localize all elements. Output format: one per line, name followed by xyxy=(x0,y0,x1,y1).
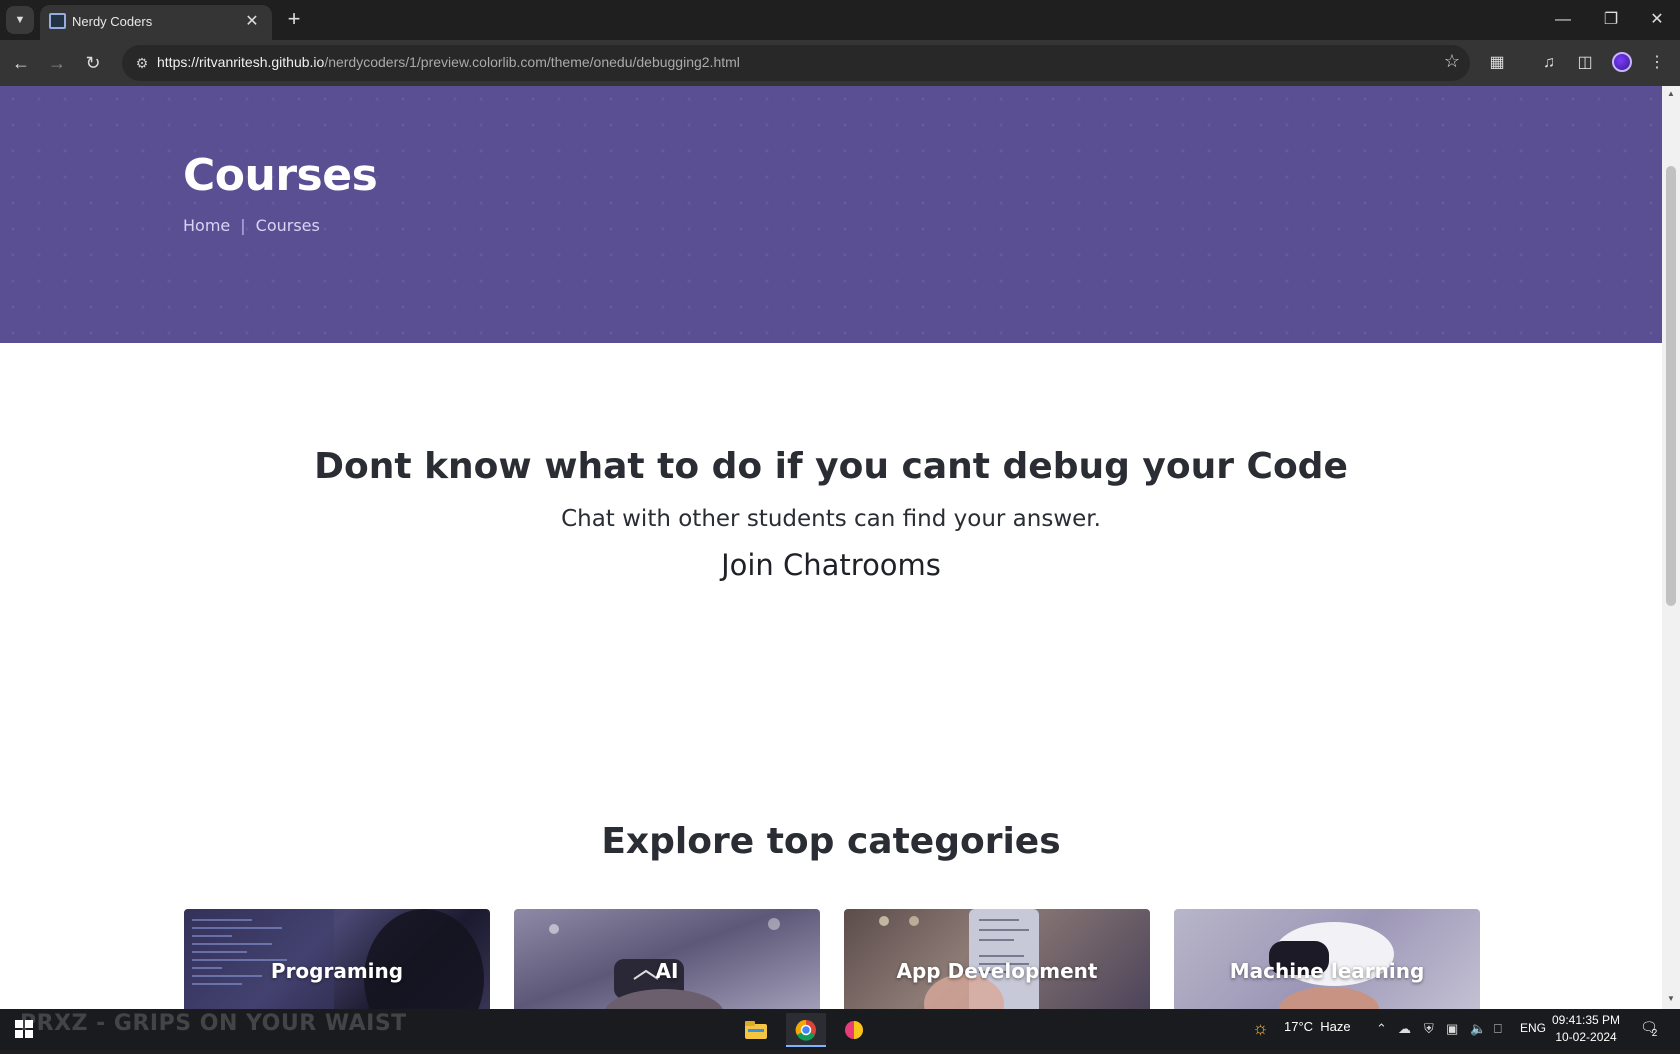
breadcrumb-separator: | xyxy=(240,216,246,235)
breadcrumb: Home | Courses xyxy=(183,216,320,235)
close-window-button[interactable]: ✕ xyxy=(1634,0,1680,40)
scrollbar-thumb[interactable] xyxy=(1666,166,1676,606)
bookmark-star-icon[interactable]: ☆ xyxy=(1444,51,1460,72)
reload-button[interactable]: ↻ xyxy=(80,50,106,76)
vertical-scrollbar[interactable]: ▲ ▼ xyxy=(1662,86,1680,1009)
weather-desc: Haze xyxy=(1320,1019,1351,1034)
file-explorer-icon[interactable] xyxy=(736,1013,776,1047)
security-icon[interactable]: ⛨ xyxy=(1424,1021,1434,1037)
url-host: https://ritvanritesh.github.io xyxy=(157,54,325,70)
weather-widget[interactable]: 17°C Haze xyxy=(1284,1019,1351,1034)
clock-time: 09:41:35 PM xyxy=(1552,1013,1621,1027)
show-hidden-icons-icon[interactable]: ⌃ xyxy=(1376,1021,1387,1037)
category-label: Programing xyxy=(270,959,404,983)
breadcrumb-home-link[interactable]: Home xyxy=(183,216,230,235)
display-icon[interactable]: ⎕ xyxy=(1494,1021,1502,1037)
address-bar[interactable]: ⚙ https://ritvanritesh.github.io/nerdyco… xyxy=(122,45,1470,81)
extensions-icon[interactable]: ▦ xyxy=(1484,50,1510,76)
browser-tab[interactable]: Nerdy Coders ✕ xyxy=(40,5,272,40)
category-label: Machine learning xyxy=(1229,959,1425,983)
volume-icon[interactable]: 🔈 xyxy=(1470,1021,1486,1037)
tab-strip: ▼ Nerdy Coders ✕ + — ❐ ✕ xyxy=(0,0,1680,40)
join-chatrooms-container: Join Chatrooms xyxy=(0,548,1662,582)
hero-banner: Courses Home | Courses xyxy=(0,86,1662,343)
page-viewport: Courses Home | Courses Dont know what to d… xyxy=(0,86,1680,1009)
page-title: Courses xyxy=(183,150,378,201)
scroll-down-icon[interactable]: ▼ xyxy=(1666,994,1676,1004)
network-icon[interactable]: ▣ xyxy=(1446,1021,1458,1037)
windows-taskbar: PRXZ - GRIPS ON YOUR WAIST ☼ 17°C Haze ⌃… xyxy=(0,1009,1680,1050)
profile-avatar[interactable] xyxy=(1612,52,1632,72)
clock-date: 10-02-2024 xyxy=(1555,1030,1617,1044)
system-clock[interactable]: 09:41:35 PM 10-02-2024 xyxy=(1552,1012,1620,1046)
debug-heading: Dont know what to do if you cant debug y… xyxy=(314,446,1348,487)
browser-toolbar: ← → ↻ ⚙ https://ritvanritesh.github.io/n… xyxy=(0,40,1680,86)
tab-search-button[interactable]: ▼ xyxy=(6,6,34,34)
site-favicon-icon xyxy=(49,13,66,29)
weather-icon: ☼ xyxy=(1252,1018,1269,1038)
url-text[interactable]: https://ritvanritesh.github.io/nerdycode… xyxy=(157,54,740,70)
onedrive-icon[interactable]: ☁ xyxy=(1398,1021,1411,1037)
new-tab-button[interactable]: + xyxy=(280,6,308,34)
restore-button[interactable]: ❐ xyxy=(1588,0,1634,40)
notification-count: 2 xyxy=(1651,1028,1658,1039)
join-chatrooms-link[interactable]: Join Chatrooms xyxy=(721,548,941,582)
breadcrumb-current: Courses xyxy=(255,216,320,235)
site-info-icon[interactable]: ⚙ xyxy=(131,52,153,74)
category-label: AI xyxy=(655,959,679,983)
windows-start-icon[interactable] xyxy=(15,1020,33,1038)
url-path: /nerdycoders/1/preview.colorlib.com/them… xyxy=(324,54,740,70)
app-taskbar-icon[interactable] xyxy=(834,1013,874,1047)
category-card-machine-learning[interactable]: Machine learning xyxy=(1174,909,1480,1009)
category-card-app-development[interactable]: App Development xyxy=(844,909,1150,1009)
scroll-up-icon[interactable]: ▲ xyxy=(1666,89,1676,99)
language-indicator[interactable]: ENG xyxy=(1520,1021,1546,1035)
category-card-programing[interactable]: Programing xyxy=(184,909,490,1009)
chrome-taskbar-icon[interactable] xyxy=(786,1013,826,1047)
debug-subheading: Chat with other students can find your a… xyxy=(561,506,1101,532)
notification-center-icon[interactable]: 🗨2 xyxy=(1640,1019,1663,1039)
back-button[interactable]: ← xyxy=(8,50,34,76)
menu-kebab-icon[interactable]: ⋮ xyxy=(1644,50,1670,76)
taskbar-background-text: PRXZ - GRIPS ON YOUR WAIST xyxy=(20,1011,407,1036)
weather-temp: 17°C xyxy=(1284,1019,1314,1034)
minimize-button[interactable]: — xyxy=(1540,0,1586,40)
media-controls-icon[interactable]: ♫ xyxy=(1536,50,1562,76)
category-card-ai[interactable]: AI xyxy=(514,909,820,1009)
tab-title: Nerdy Coders xyxy=(72,14,153,29)
chevron-down-icon: ▼ xyxy=(14,14,26,26)
forward-button[interactable]: → xyxy=(44,50,70,76)
category-label: App Development xyxy=(896,959,1098,983)
side-panel-icon[interactable]: ◫ xyxy=(1572,50,1598,76)
close-tab-icon[interactable]: ✕ xyxy=(242,11,262,31)
explore-categories-heading: Explore top categories xyxy=(601,821,1061,862)
